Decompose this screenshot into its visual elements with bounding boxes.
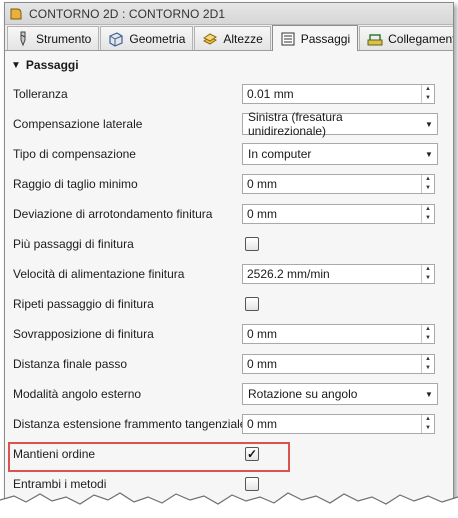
spinner[interactable]: ▲ ▼ (421, 205, 434, 223)
param-label: Tolleranza (13, 87, 68, 101)
input-value: 0 mm (247, 357, 277, 371)
spin-down-icon[interactable]: ▼ (422, 94, 434, 103)
input-value: 0 mm (247, 327, 277, 341)
tab-label: Strumento (36, 31, 92, 46)
tab-altezze[interactable]: Altezze (194, 26, 271, 50)
section-header-passaggi[interactable]: ▼ Passaggi (5, 51, 453, 79)
param-row: Mantieni ordine ✓ (5, 439, 453, 469)
input-value: 0 mm (247, 177, 277, 191)
operation-dialog: CONTORNO 2D : CONTORNO 2D1 Strumento Geo… (4, 2, 454, 514)
spinner[interactable]: ▲ ▼ (421, 415, 434, 433)
multiple-finishing-passes-checkbox[interactable] (245, 237, 259, 251)
repeat-finishing-pass-checkbox[interactable] (245, 297, 259, 311)
torn-edge (0, 492, 458, 518)
tab-geometria[interactable]: Geometria (100, 26, 194, 50)
spin-up-icon[interactable]: ▲ (422, 325, 434, 334)
spinner[interactable]: ▲ ▼ (421, 325, 434, 343)
select-value: Rotazione su angolo (248, 387, 358, 401)
compensation-type-select[interactable]: In computer ▼ (242, 143, 438, 165)
finishing-overlap-input[interactable]: 0 mm ▲ ▼ (242, 324, 435, 344)
dropdown-arrow-icon[interactable]: ▼ (421, 120, 437, 129)
param-label: Compensazione laterale (13, 117, 143, 131)
input-value: 0.01 mm (247, 87, 294, 101)
finishing-feedrate-input[interactable]: 2526.2 mm/min ▲ ▼ (242, 264, 435, 284)
select-value: In computer (248, 147, 312, 161)
spin-down-icon[interactable]: ▼ (422, 364, 434, 373)
param-label: Tipo di compensazione (13, 147, 136, 161)
spin-down-icon[interactable]: ▼ (422, 214, 434, 223)
linking-icon (367, 31, 383, 47)
spinner[interactable]: ▲ ▼ (421, 355, 434, 373)
spinner[interactable]: ▲ ▼ (421, 85, 434, 103)
geometry-icon (108, 31, 124, 47)
param-row: Più passaggi di finitura (5, 229, 453, 259)
side-compensation-select[interactable]: Sinistra (fresatura unidirezionale) ▼ (242, 110, 438, 138)
tab-bar: Strumento Geometria Altezze Passaggi Col… (5, 25, 453, 51)
param-row: Tipo di compensazione In computer ▼ (5, 139, 453, 169)
input-value: 0 mm (247, 417, 277, 431)
param-row: Distanza finale passo 0 mm ▲ ▼ (5, 349, 453, 379)
collapse-caret-icon[interactable]: ▼ (11, 60, 21, 71)
param-row: Raggio di taglio minimo 0 mm ▲ ▼ (5, 169, 453, 199)
min-cutting-radius-input[interactable]: 0 mm ▲ ▼ (242, 174, 435, 194)
param-label: Distanza estensione frammento tangenzial… (13, 417, 247, 431)
param-row: Deviazione di arrotondamento finitura 0 … (5, 199, 453, 229)
param-row: Velocità di alimentazione finitura 2526.… (5, 259, 453, 289)
tab-passaggi[interactable]: Passaggi (271, 25, 359, 51)
dropdown-arrow-icon[interactable]: ▼ (421, 390, 437, 399)
tab-label: Geometria (129, 31, 186, 46)
lead-end-distance-input[interactable]: 0 mm ▲ ▼ (242, 354, 435, 374)
param-label: Modalità angolo esterno (13, 387, 142, 401)
param-label: Deviazione di arrotondamento finitura (13, 207, 213, 221)
param-row: Ripeti passaggio di finitura (5, 289, 453, 319)
heights-icon (202, 31, 218, 47)
param-label: Velocità di alimentazione finitura (13, 267, 185, 281)
spinner[interactable]: ▲ ▼ (421, 175, 434, 193)
tolerance-input[interactable]: 0.01 mm ▲ ▼ (242, 84, 435, 104)
tool-icon (15, 31, 31, 47)
input-value: 0 mm (247, 207, 277, 221)
preserve-order-checkbox[interactable]: ✓ (245, 447, 259, 461)
param-label: Ripeti passaggio di finitura (13, 297, 154, 311)
spinner[interactable]: ▲ ▼ (421, 265, 434, 283)
parameter-list: Tolleranza 0.01 mm ▲ ▼ Compensazione late… (5, 79, 453, 499)
spin-down-icon[interactable]: ▼ (422, 274, 434, 283)
spin-down-icon[interactable]: ▼ (422, 334, 434, 343)
spin-up-icon[interactable]: ▲ (422, 205, 434, 214)
spin-down-icon[interactable]: ▼ (422, 184, 434, 193)
spin-down-icon[interactable]: ▼ (422, 424, 434, 433)
tab-collegamento[interactable]: Collegamento (359, 26, 453, 50)
tab-strumento[interactable]: Strumento (7, 26, 100, 50)
tab-label: Collegamento (388, 31, 453, 46)
window-title: CONTORNO 2D : CONTORNO 2D1 (29, 6, 226, 21)
spin-up-icon[interactable]: ▲ (422, 265, 434, 274)
param-row: Tolleranza 0.01 mm ▲ ▼ (5, 79, 453, 109)
dropdown-arrow-icon[interactable]: ▼ (421, 150, 437, 159)
smoothing-deviation-input[interactable]: 0 mm ▲ ▼ (242, 204, 435, 224)
spin-up-icon[interactable]: ▲ (422, 415, 434, 424)
param-label: Raggio di taglio minimo (13, 177, 138, 191)
spin-up-icon[interactable]: ▲ (422, 85, 434, 94)
section-title: Passaggi (25, 58, 79, 72)
param-row: Distanza estensione frammento tangenzial… (5, 409, 453, 439)
select-value: Sinistra (fresatura unidirezionale) (248, 110, 343, 138)
title-bar: CONTORNO 2D : CONTORNO 2D1 (5, 3, 453, 25)
passes-icon (280, 31, 296, 47)
param-label: Più passaggi di finitura (13, 237, 134, 251)
checkmark-icon: ✓ (246, 447, 258, 461)
param-row: Compensazione laterale Sinistra (fresatu… (5, 109, 453, 139)
outer-corner-mode-select[interactable]: Rotazione su angolo ▼ (242, 383, 438, 405)
param-label: Mantieni ordine (13, 447, 96, 461)
contour-icon (9, 7, 23, 21)
input-value: 2526.2 mm/min (247, 267, 330, 281)
spin-up-icon[interactable]: ▲ (422, 175, 434, 184)
param-label: Sovrapposizione di finitura (13, 327, 154, 341)
param-row: Sovrapposizione di finitura 0 mm ▲ ▼ (5, 319, 453, 349)
tab-label: Passaggi (300, 31, 351, 46)
param-row: Modalità angolo esterno Rotazione su ang… (5, 379, 453, 409)
tab-label: Altezze (223, 31, 263, 46)
spin-up-icon[interactable]: ▲ (422, 355, 434, 364)
tangential-extension-input[interactable]: 0 mm ▲ ▼ (242, 414, 435, 434)
param-label: Distanza finale passo (13, 357, 128, 371)
